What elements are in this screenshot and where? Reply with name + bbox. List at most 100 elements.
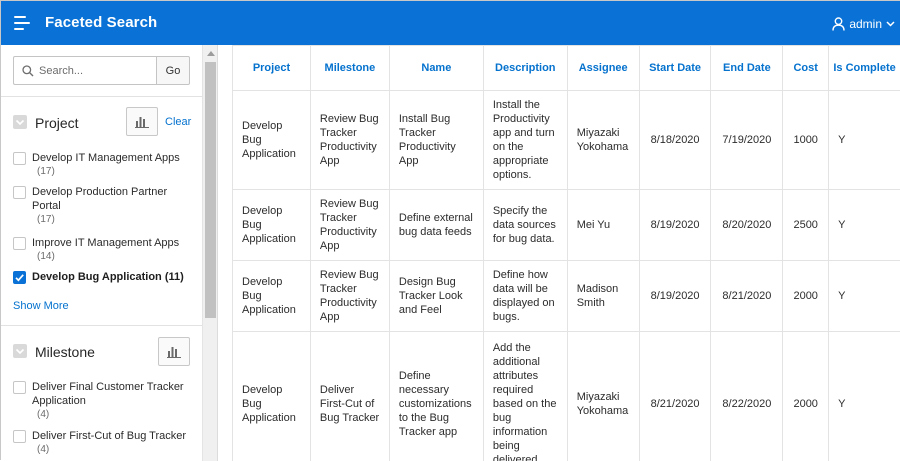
cell-assignee: Miyazaki Yokohama xyxy=(567,332,639,461)
table-row: Develop Bug Application Review Bug Track… xyxy=(233,91,900,190)
search-icon xyxy=(22,65,34,77)
user-name: admin xyxy=(849,17,882,31)
scrollbar-thumb[interactable] xyxy=(205,62,216,318)
show-more-link[interactable]: Show More xyxy=(13,300,69,312)
facet-option-develop-bug-application[interactable]: Develop Bug Application (11) xyxy=(13,270,198,286)
cell-start-date: 8/19/2020 xyxy=(639,190,711,261)
cell-end-date: 8/20/2020 xyxy=(711,190,783,261)
bar-chart-icon xyxy=(167,346,181,358)
go-button[interactable]: Go xyxy=(156,56,190,85)
top-navigation-bar: Faceted Search admin xyxy=(1,1,900,45)
checkmark-icon xyxy=(13,271,26,284)
cell-project: Develop Bug Application xyxy=(233,261,311,332)
column-header-assignee[interactable]: Assignee xyxy=(567,46,639,91)
facet-option-deliver-first-cut-of-bug-tracker[interactable]: Deliver First-Cut of Bug Tracker (4) xyxy=(13,429,198,459)
column-header-milestone[interactable]: Milestone xyxy=(310,46,389,91)
cell-description: Define how data will be displayed on bug… xyxy=(483,261,567,332)
table-row: Develop Bug Application Review Bug Track… xyxy=(233,190,900,261)
column-header-name[interactable]: Name xyxy=(389,46,483,91)
chevron-down-icon xyxy=(13,344,27,358)
column-header-description[interactable]: Description xyxy=(483,46,567,91)
cell-project: Develop Bug Application xyxy=(233,91,311,190)
cell-start-date: 8/21/2020 xyxy=(639,332,711,461)
cell-start-date: 8/19/2020 xyxy=(639,261,711,332)
table-row: Develop Bug Application Review Bug Track… xyxy=(233,261,900,332)
cell-milestone: Deliver First-Cut of Bug Tracker xyxy=(310,332,389,461)
search-input[interactable] xyxy=(39,63,151,79)
facet-option-label: Develop IT Management Apps xyxy=(32,151,198,165)
results-region: Project Milestone Name Description Assig… xyxy=(218,45,900,461)
column-header-project[interactable]: Project xyxy=(233,46,311,91)
cell-assignee: Mei Yu xyxy=(567,190,639,261)
cell-name: Install Bug Tracker Productivity App xyxy=(389,91,483,190)
cell-milestone: Review Bug Tracker Productivity App xyxy=(310,91,389,190)
column-header-cost[interactable]: Cost xyxy=(783,46,829,91)
cell-description: Add the additional attributes required b… xyxy=(483,332,567,461)
cell-name: Define external bug data feeds xyxy=(389,190,483,261)
chevron-down-icon xyxy=(13,115,27,129)
cell-end-date: 8/22/2020 xyxy=(711,332,783,461)
project-chart-button[interactable] xyxy=(126,107,158,136)
cell-description: Specify the data sources for bug data. xyxy=(483,190,567,261)
milestone-chart-button[interactable] xyxy=(158,337,190,366)
results-table: Project Milestone Name Description Assig… xyxy=(232,45,900,461)
facet-option-count: (4) xyxy=(37,409,49,421)
facet-option-label: Develop Production Partner Portal xyxy=(32,185,198,213)
milestone-facet-collapse-toggle[interactable] xyxy=(13,344,27,358)
cell-description: Install the Productivity app and turn on… xyxy=(483,91,567,190)
app-window: Faceted Search admin Go xyxy=(0,0,900,460)
facet-option-improve-it-management-apps[interactable]: Improve IT Management Apps (14) xyxy=(13,236,198,266)
milestone-facet-title: Milestone xyxy=(35,344,95,360)
user-menu[interactable]: admin xyxy=(832,15,895,33)
cell-is-complete: Y xyxy=(829,332,900,461)
cell-milestone: Review Bug Tracker Productivity App xyxy=(310,190,389,261)
divider xyxy=(1,325,202,326)
facet-option-label: Deliver First-Cut of Bug Tracker xyxy=(32,429,198,443)
facet-option-label: Deliver Final Customer Tracker Applicati… xyxy=(32,380,198,408)
cell-is-complete: Y xyxy=(829,261,900,332)
column-header-end-date[interactable]: End Date xyxy=(711,46,783,91)
column-header-is-complete[interactable]: Is Complete xyxy=(829,46,900,91)
facets-sidebar: Go Project Clear Develop IT Management A… xyxy=(1,45,218,461)
chevron-down-icon xyxy=(886,21,895,27)
cell-start-date: 8/18/2020 xyxy=(639,91,711,190)
facet-checkbox[interactable] xyxy=(13,430,26,443)
cell-cost: 1000 xyxy=(783,91,829,190)
facet-option-label: Improve IT Management Apps xyxy=(32,236,198,250)
facet-option-label: Develop Bug Application (11) xyxy=(32,270,198,284)
project-clear-link[interactable]: Clear xyxy=(165,116,191,128)
facet-checkbox[interactable] xyxy=(13,186,26,199)
column-header-start-date[interactable]: Start Date xyxy=(639,46,711,91)
facet-checkbox[interactable] xyxy=(13,237,26,250)
facet-option-count: (17) xyxy=(37,214,55,226)
cell-end-date: 7/19/2020 xyxy=(711,91,783,190)
sidebar-scrollbar[interactable] xyxy=(202,45,218,461)
project-facet-collapse-toggle[interactable] xyxy=(13,115,27,129)
bar-chart-icon xyxy=(135,116,149,128)
cell-name: Define necessary customizations to the B… xyxy=(389,332,483,461)
cell-is-complete: Y xyxy=(829,91,900,190)
divider xyxy=(1,96,202,97)
cell-project: Develop Bug Application xyxy=(233,190,311,261)
facet-checkbox[interactable] xyxy=(13,152,26,165)
cell-cost: 2000 xyxy=(783,261,829,332)
table-row: Develop Bug Application Deliver First-Cu… xyxy=(233,332,900,461)
scroll-up-arrow-icon[interactable] xyxy=(207,51,215,56)
hamburger-menu-icon[interactable] xyxy=(14,14,34,32)
cell-cost: 2000 xyxy=(783,332,829,461)
cell-cost: 2500 xyxy=(783,190,829,261)
facet-option-develop-production-partner-portal[interactable]: Develop Production Partner Portal (17) xyxy=(13,185,198,229)
table-header-row: Project Milestone Name Description Assig… xyxy=(233,46,900,91)
cell-end-date: 8/21/2020 xyxy=(711,261,783,332)
app-title: Faceted Search xyxy=(45,14,157,31)
cell-is-complete: Y xyxy=(829,190,900,261)
facet-option-count: (17) xyxy=(37,166,55,178)
search-field[interactable] xyxy=(13,56,156,85)
facet-option-develop-it-management-apps[interactable]: Develop IT Management Apps (17) xyxy=(13,151,198,181)
cell-name: Design Bug Tracker Look and Feel xyxy=(389,261,483,332)
facet-checkbox[interactable] xyxy=(13,381,26,394)
facet-option-deliver-final-customer-tracker-application[interactable]: Deliver Final Customer Tracker Applicati… xyxy=(13,380,198,424)
facet-checkbox-checked[interactable] xyxy=(13,271,26,284)
user-icon xyxy=(832,17,845,31)
facet-option-count: (14) xyxy=(37,251,55,263)
